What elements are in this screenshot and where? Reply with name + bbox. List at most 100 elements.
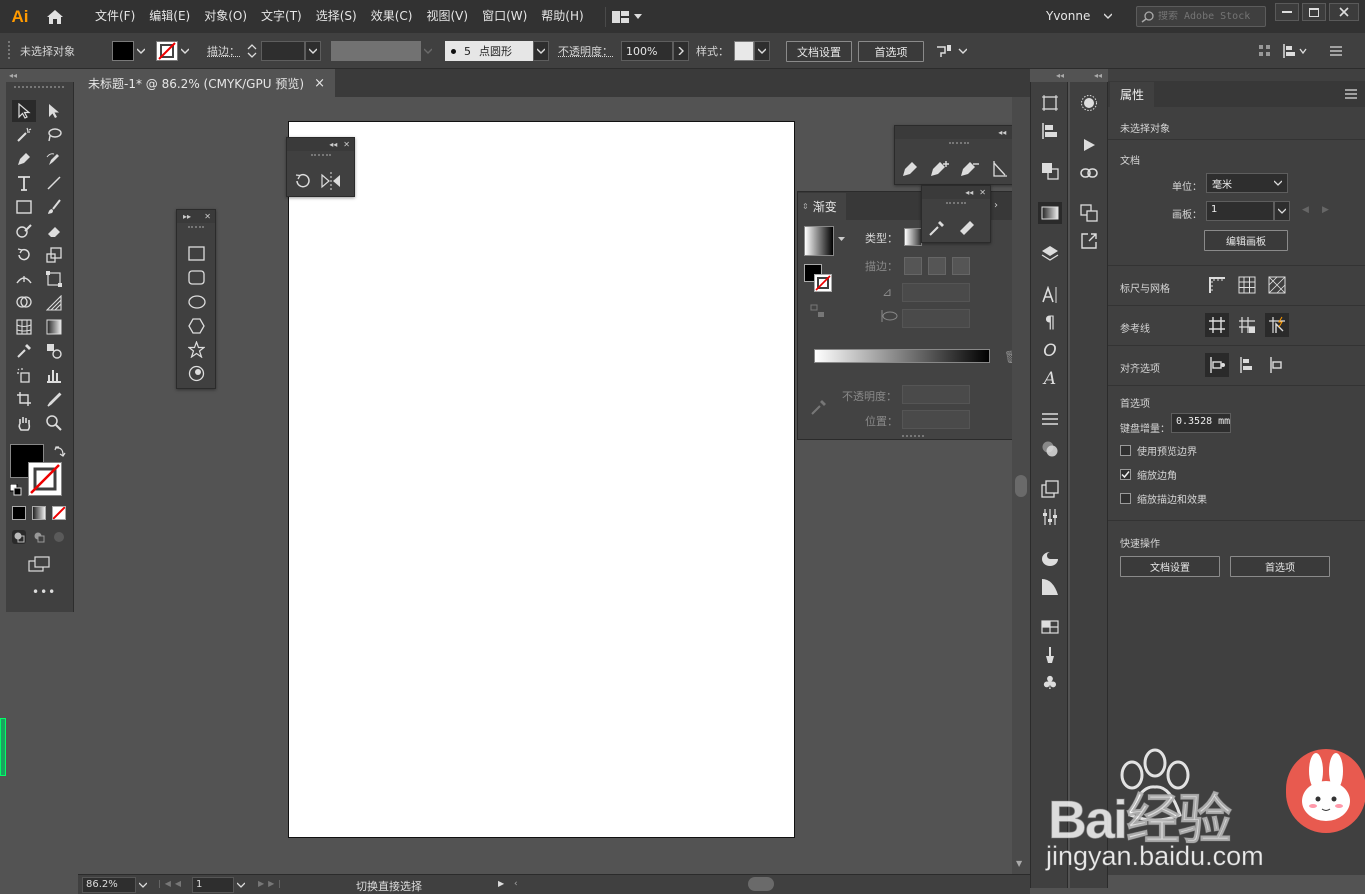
scroll-thumb[interactable]: [1015, 475, 1027, 497]
flare-icon[interactable]: [188, 365, 205, 382]
menu-file[interactable]: 文件(F): [88, 0, 142, 33]
keyboard-increment-field[interactable]: 0.3528 mm: [1171, 413, 1231, 433]
style-swatch[interactable]: [734, 41, 754, 61]
chevron-down-icon[interactable]: [134, 41, 148, 61]
menu-window[interactable]: 窗口(W): [475, 0, 534, 33]
show-guides-icon[interactable]: [1205, 313, 1229, 337]
mesh-tool-icon[interactable]: [12, 316, 36, 338]
selection-tool-icon[interactable]: [12, 100, 36, 122]
chevron-down-icon[interactable]: [838, 237, 845, 242]
menu-effect[interactable]: 效果(C): [364, 0, 420, 33]
gradient-opacity-field[interactable]: [902, 385, 970, 404]
artboards-icon[interactable]: [1038, 478, 1062, 500]
stroke-across-icon[interactable]: [952, 257, 970, 275]
panel-grip[interactable]: [949, 142, 969, 148]
scale-strokes-checkbox[interactable]: 缩放描边和效果: [1120, 491, 1207, 506]
hand-tool-icon[interactable]: [12, 412, 36, 434]
snap-to-pixel-icon[interactable]: [1238, 356, 1256, 374]
libraries-icon[interactable]: [1077, 202, 1101, 224]
chevron-right-icon[interactable]: ›: [994, 200, 998, 211]
brush-definition[interactable]: 5 点圆形: [445, 41, 533, 61]
chevron-right-icon[interactable]: [673, 41, 689, 61]
panel-grip[interactable]: [902, 435, 924, 437]
workspace-switcher[interactable]: [604, 6, 648, 27]
curvature-tool-icon[interactable]: [42, 148, 66, 170]
paintbrush-tool-icon[interactable]: [42, 196, 66, 218]
anchor-point-icon[interactable]: [991, 160, 1009, 178]
menu-object[interactable]: 对象(O): [197, 0, 254, 33]
status-menu-icon[interactable]: ▶: [498, 879, 504, 888]
use-preview-bounds-checkbox[interactable]: 使用预览边界: [1120, 443, 1197, 458]
close-panel-icon[interactable]: ✕: [204, 212, 211, 221]
color-guide-icon[interactable]: [1038, 548, 1062, 570]
close-window-button[interactable]: [1329, 3, 1359, 21]
transparency-grid-icon[interactable]: [1268, 276, 1286, 294]
pen-icon[interactable]: [901, 160, 919, 178]
quick-preferences-button[interactable]: 首选项: [1230, 556, 1330, 577]
stroke-color-control[interactable]: [156, 41, 192, 61]
free-transform-tool-icon[interactable]: [42, 268, 66, 290]
home-icon[interactable]: [40, 0, 70, 33]
location-field[interactable]: [902, 410, 970, 429]
toolbar-grip[interactable]: [14, 86, 64, 88]
horizontal-scroll-thumb[interactable]: [748, 877, 774, 891]
shape-builder-tool-icon[interactable]: [12, 292, 36, 314]
snap-to-point-icon[interactable]: [1205, 353, 1229, 377]
linear-gradient-icon[interactable]: [904, 228, 922, 246]
layers-icon[interactable]: [1038, 242, 1062, 264]
reflect-icon[interactable]: [321, 172, 341, 190]
color-mode-icon[interactable]: [12, 506, 26, 520]
collapse-icon[interactable]: ◂◂: [1094, 71, 1102, 80]
document-tab[interactable]: 未标题-1* @ 86.2% (CMYK/GPU 预览) ×: [78, 69, 335, 97]
rectangle-icon[interactable]: [188, 246, 205, 261]
panel-header[interactable]: ◂◂ ✕: [287, 138, 354, 151]
stock-search[interactable]: [1136, 6, 1266, 27]
edit-artboards-button[interactable]: 编辑画板: [1204, 230, 1288, 251]
width-tool-icon[interactable]: [12, 268, 36, 290]
eyedropper-icon[interactable]: [810, 398, 828, 416]
vertical-scrollbar[interactable]: ▼: [1012, 97, 1030, 874]
align-icon[interactable]: [1038, 120, 1062, 142]
properties-tab[interactable]: 属性: [1110, 82, 1154, 107]
symbols-icon[interactable]: ♣: [1038, 672, 1062, 694]
rotate-tool-icon[interactable]: [12, 244, 36, 266]
artboard-tool-icon[interactable]: [12, 388, 36, 410]
fill-swatch[interactable]: [112, 41, 134, 61]
delete-anchor-point-icon[interactable]: [959, 160, 981, 178]
polygon-icon[interactable]: [188, 318, 205, 334]
gradient-swatch-icon[interactable]: [1038, 576, 1062, 598]
chevron-down-icon[interactable]: [234, 877, 248, 893]
symbol-sprayer-tool-icon[interactable]: [12, 364, 36, 386]
align-options-icon[interactable]: [1282, 41, 1308, 61]
stepper-icon[interactable]: [247, 43, 261, 59]
draw-inside-icon[interactable]: [52, 530, 66, 544]
minimize-button[interactable]: [1275, 3, 1299, 21]
next-artboard-icon[interactable]: ▶: [1322, 205, 1329, 215]
panel-menu-icon[interactable]: [1345, 89, 1357, 99]
paragraph-icon[interactable]: ¶: [1038, 312, 1062, 334]
scroll-down-icon[interactable]: ▼: [1016, 859, 1022, 868]
collapse-icon[interactable]: ◂◂: [1056, 71, 1064, 80]
checkbox-box[interactable]: [1120, 469, 1131, 480]
opentype-icon[interactable]: O: [1038, 340, 1062, 362]
gradient-tab[interactable]: ⇕ 渐变: [798, 193, 846, 220]
artboard[interactable]: [288, 121, 795, 838]
screen-mode-icon[interactable]: [28, 556, 50, 572]
maximize-button[interactable]: [1302, 3, 1326, 21]
first-prev-artboard-icons[interactable]: |◀◀: [158, 879, 185, 888]
user-menu[interactable]: Yvonne: [1040, 5, 1118, 27]
measure-icon[interactable]: [958, 219, 976, 237]
expand-icon[interactable]: ▸▸: [183, 212, 191, 221]
gradient-stroke-swatch[interactable]: [814, 274, 832, 292]
export-icon[interactable]: [1077, 230, 1101, 252]
gradient-tool-icon[interactable]: [42, 316, 66, 338]
panel-header[interactable]: ◂◂ ✕: [922, 186, 990, 199]
aspect-ratio-field[interactable]: [902, 309, 970, 328]
align-grid-icon[interactable]: [1258, 41, 1272, 61]
more-tools-icon[interactable]: •••: [32, 585, 56, 599]
scroll-left-icon[interactable]: ‹: [514, 879, 518, 889]
transform-icon[interactable]: [1038, 92, 1062, 114]
stroke-weight-control[interactable]: [247, 41, 321, 61]
menu-edit[interactable]: 编辑(E): [142, 0, 197, 33]
draw-normal-icon[interactable]: [12, 530, 26, 544]
